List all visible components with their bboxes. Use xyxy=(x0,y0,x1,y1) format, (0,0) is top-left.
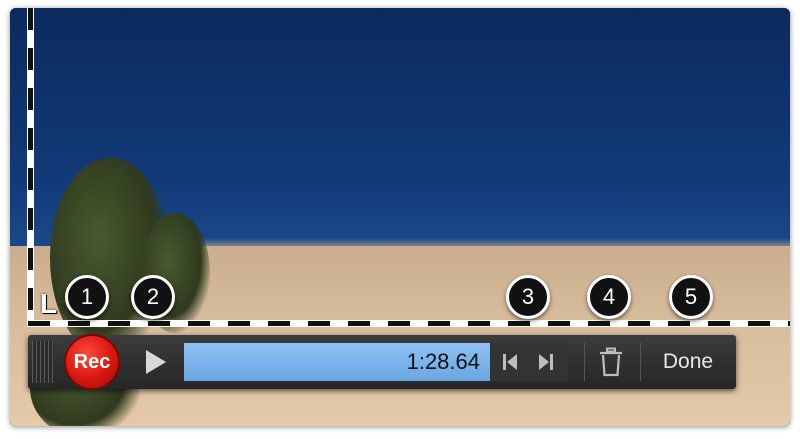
skip-to-end-button[interactable] xyxy=(536,352,556,372)
callout-badge-1: 1 xyxy=(65,275,109,319)
done-button[interactable]: Done xyxy=(648,343,728,381)
toolbar-divider xyxy=(584,343,585,381)
skip-controls xyxy=(490,343,568,381)
skip-to-start-icon xyxy=(503,354,517,370)
skip-to-end-icon xyxy=(539,354,553,370)
capture-region-border-left[interactable] xyxy=(28,8,33,326)
skip-to-start-button[interactable] xyxy=(500,352,520,372)
grip-handle-icon[interactable] xyxy=(32,341,54,383)
callout-badge-2: 2 xyxy=(131,275,175,319)
callout-badge-5: 5 xyxy=(669,275,713,319)
recording-toolbar: Rec 1:28.64 Done xyxy=(28,334,736,390)
delete-button[interactable] xyxy=(598,347,624,377)
callout-badge-3: 3 xyxy=(506,275,550,319)
corner-label: L xyxy=(40,288,58,319)
trash-icon xyxy=(600,347,622,377)
play-button[interactable] xyxy=(140,347,170,377)
elapsed-time: 1:28.64 xyxy=(406,349,480,374)
record-button[interactable]: Rec xyxy=(64,334,120,390)
play-icon xyxy=(146,350,166,374)
callout-badge-4: 4 xyxy=(587,275,631,319)
capture-region-border-bottom[interactable] xyxy=(28,321,790,326)
timeline-progress-bar[interactable]: 1:28.64 xyxy=(184,343,490,381)
toolbar-divider xyxy=(640,343,641,381)
